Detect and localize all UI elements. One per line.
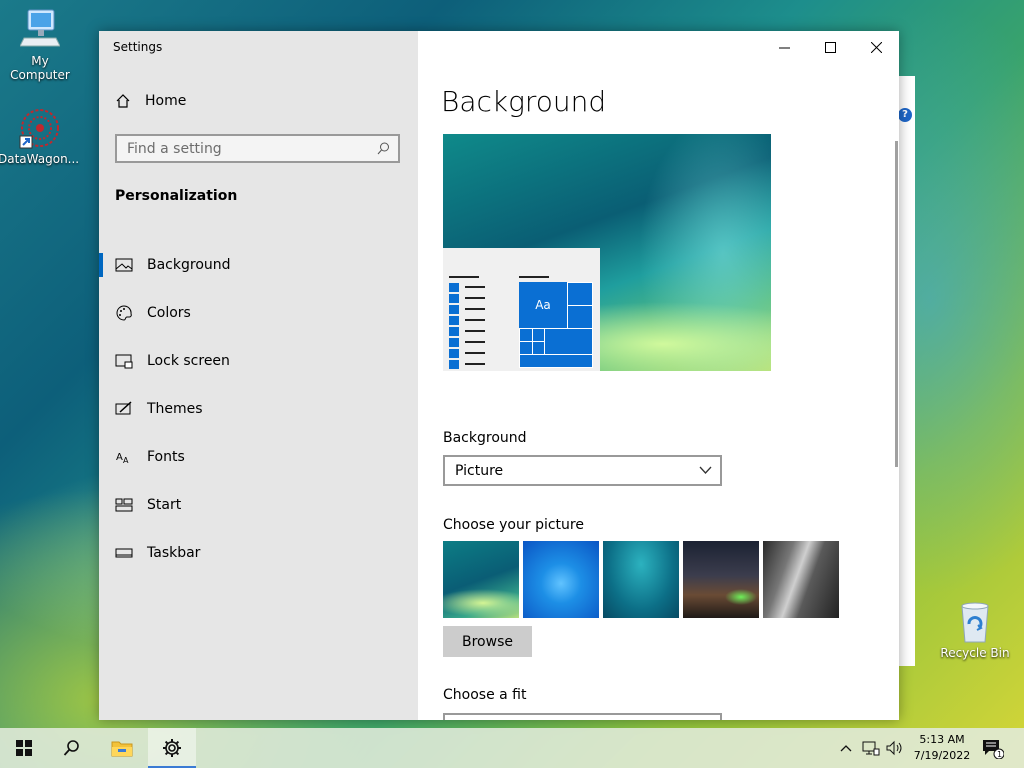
preview-list bbox=[449, 282, 485, 370]
taskbar-icon bbox=[115, 548, 133, 558]
preview-tile-text: Aa bbox=[535, 298, 551, 312]
browse-button[interactable]: Browse bbox=[443, 626, 532, 657]
speaker-icon bbox=[886, 740, 902, 756]
background-label: Background bbox=[443, 430, 527, 446]
nav-item-fonts[interactable]: A A Fonts bbox=[99, 433, 418, 481]
clock-date: 7/19/2022 bbox=[913, 749, 971, 762]
fit-dropdown[interactable] bbox=[443, 713, 722, 720]
lock-screen-icon bbox=[115, 354, 133, 369]
notification-icon: 1 bbox=[983, 740, 1004, 759]
preview-tiles: Aa bbox=[519, 282, 593, 368]
picture-thumbnails bbox=[443, 541, 839, 618]
nav-item-label: Colors bbox=[147, 305, 191, 321]
picture-icon bbox=[115, 258, 133, 272]
taskbar: 5:13 AM 7/19/2022 1 bbox=[0, 728, 1024, 768]
preview-start-mockup: Aa bbox=[443, 248, 600, 371]
desktop-icon-label: My Computer bbox=[10, 54, 70, 82]
network-icon bbox=[862, 741, 880, 756]
picture-thumbnail[interactable] bbox=[603, 541, 679, 618]
scrollbar-thumb[interactable] bbox=[895, 141, 898, 467]
background-preview: Aa bbox=[443, 134, 771, 371]
nav-home-label: Home bbox=[145, 93, 187, 109]
background-dropdown[interactable]: Picture bbox=[443, 455, 722, 486]
desktop-icon-my-computer[interactable]: My Computer bbox=[0, 8, 80, 82]
chevron-up-icon bbox=[840, 745, 852, 752]
desktop-icon-label: DataWagon... bbox=[0, 152, 80, 166]
choose-fit-label: Choose a fit bbox=[443, 687, 527, 703]
section-heading: Personalization bbox=[115, 188, 238, 204]
main-content: Background Aa Background Picture Choose … bbox=[418, 31, 899, 720]
clock[interactable]: 5:13 AM 7/19/2022 bbox=[904, 732, 980, 764]
settings-window: Settings Home Personalization Background bbox=[99, 31, 899, 720]
choose-picture-label: Choose your picture bbox=[443, 517, 584, 533]
picture-thumbnail[interactable] bbox=[443, 541, 519, 618]
desktop-icon-label: Recycle Bin bbox=[940, 646, 1010, 660]
chevron-down-icon bbox=[699, 466, 712, 474]
search-input[interactable] bbox=[117, 136, 382, 161]
svg-text:A: A bbox=[116, 452, 123, 463]
picture-thumbnail[interactable] bbox=[683, 541, 759, 618]
nav-home[interactable]: Home bbox=[115, 93, 186, 109]
file-explorer-button[interactable] bbox=[98, 728, 146, 768]
picture-thumbnail[interactable] bbox=[523, 541, 599, 618]
search-box bbox=[115, 134, 400, 163]
network-tray[interactable] bbox=[862, 728, 880, 768]
search-icon[interactable] bbox=[377, 142, 390, 155]
window-title: Settings bbox=[113, 40, 163, 54]
nav-item-background[interactable]: Background bbox=[99, 241, 418, 289]
gear-icon bbox=[163, 739, 181, 757]
start-button[interactable] bbox=[0, 728, 48, 768]
nav-item-colors[interactable]: Colors bbox=[99, 289, 418, 337]
nav-item-label: Taskbar bbox=[147, 545, 201, 561]
scrollbar[interactable] bbox=[894, 141, 899, 471]
tray-chevron[interactable] bbox=[838, 728, 854, 768]
nav-item-label: Fonts bbox=[147, 449, 185, 465]
nav-item-label: Lock screen bbox=[147, 353, 230, 369]
nav-item-lock-screen[interactable]: Lock screen bbox=[99, 337, 418, 385]
search-icon bbox=[63, 740, 79, 756]
nav-item-themes[interactable]: Themes bbox=[99, 385, 418, 433]
search-button[interactable] bbox=[48, 728, 96, 768]
desktop-icon-datawagon[interactable]: DataWagon... bbox=[0, 106, 80, 166]
home-icon bbox=[116, 94, 130, 108]
sidebar: Settings Home Personalization Background bbox=[99, 31, 418, 720]
volume-tray[interactable] bbox=[886, 728, 904, 768]
nav-item-label: Background bbox=[147, 257, 231, 273]
picture-thumbnail[interactable] bbox=[763, 541, 839, 618]
nav-item-start[interactable]: Start bbox=[99, 481, 418, 529]
windows-logo-icon bbox=[16, 740, 32, 756]
fonts-icon: A A bbox=[116, 452, 129, 465]
clock-time: 5:13 AM bbox=[919, 733, 965, 746]
notification-count: 1 bbox=[997, 750, 1002, 759]
action-center[interactable]: 1 bbox=[982, 728, 1004, 768]
settings-taskbar-button[interactable] bbox=[148, 728, 196, 768]
nav-list: Background Colors Lock screen Themes A A… bbox=[99, 241, 418, 577]
computer-icon bbox=[20, 9, 60, 47]
datawagon-icon bbox=[19, 109, 59, 149]
folder-icon bbox=[111, 741, 133, 757]
nav-item-taskbar[interactable]: Taskbar bbox=[99, 529, 418, 577]
background-dropdown-value: Picture bbox=[455, 462, 504, 479]
themes-icon bbox=[115, 401, 132, 415]
start-icon bbox=[115, 498, 133, 512]
svg-text:A: A bbox=[123, 456, 129, 465]
desktop-icon-recycle-bin[interactable]: Recycle Bin bbox=[935, 600, 1015, 660]
nav-item-label: Start bbox=[147, 497, 182, 513]
help-icon[interactable]: ? bbox=[898, 108, 912, 122]
palette-icon bbox=[116, 305, 132, 321]
page-title: Background bbox=[441, 85, 607, 118]
recycle-bin-icon bbox=[961, 602, 989, 643]
nav-item-label: Themes bbox=[147, 401, 203, 417]
